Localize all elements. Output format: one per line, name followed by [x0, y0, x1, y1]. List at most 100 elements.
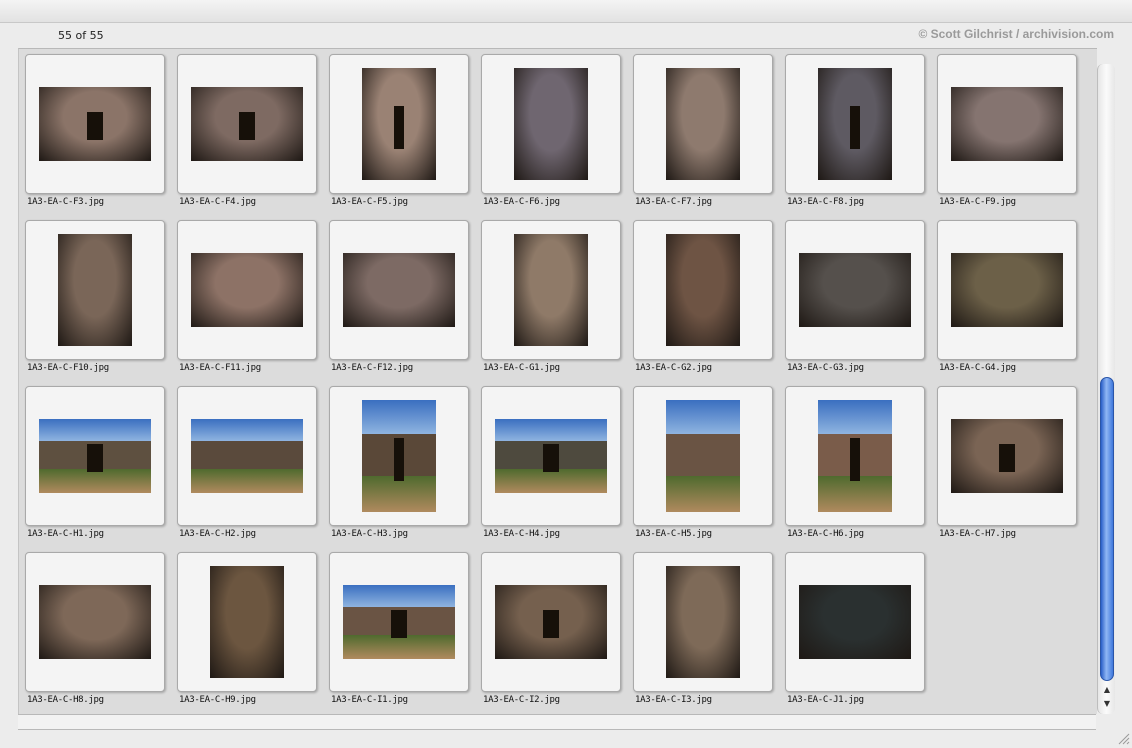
- thumbnail-image[interactable]: [818, 68, 892, 180]
- thumbnail-image[interactable]: [210, 566, 284, 678]
- slide-mount[interactable]: [481, 386, 621, 526]
- thumbnail-filename: 1A3-EA-C-F10.jpg: [27, 363, 109, 373]
- thumbnail-item[interactable]: 1A3-EA-C-F12.jpg: [323, 215, 475, 381]
- slide-mount[interactable]: [785, 54, 925, 194]
- doorway-detail: [394, 106, 404, 149]
- slide-mount[interactable]: [177, 386, 317, 526]
- thumbnail-image[interactable]: [495, 585, 607, 659]
- vertical-scrollbar[interactable]: ▲ ▼: [1097, 64, 1115, 714]
- slide-mount[interactable]: [785, 386, 925, 526]
- thumbnail-image[interactable]: [666, 234, 740, 346]
- scrollbar-thumb[interactable]: [1100, 377, 1114, 681]
- slide-mount[interactable]: [633, 386, 773, 526]
- thumbnail-item[interactable]: 1A3-EA-C-F11.jpg: [171, 215, 323, 381]
- thumbnail-item[interactable]: 1A3-EA-C-F6.jpg: [475, 49, 627, 215]
- slide-mount[interactable]: [25, 220, 165, 360]
- thumbnail-image[interactable]: [951, 419, 1063, 493]
- slide-mount[interactable]: [329, 54, 469, 194]
- thumbnail-item[interactable]: 1A3-EA-C-H5.jpg: [627, 381, 779, 547]
- thumbnail-item[interactable]: 1A3-EA-C-H4.jpg: [475, 381, 627, 547]
- scroll-down-arrow-icon[interactable]: ▼: [1101, 698, 1113, 710]
- thumbnail-item[interactable]: 1A3-EA-C-F3.jpg: [19, 49, 171, 215]
- thumbnail-item[interactable]: 1A3-EA-C-F10.jpg: [19, 215, 171, 381]
- thumbnail-item[interactable]: 1A3-EA-C-G4.jpg: [931, 215, 1083, 381]
- slide-mount[interactable]: [329, 552, 469, 692]
- thumbnail-item[interactable]: 1A3-EA-C-H9.jpg: [171, 547, 323, 713]
- thumbnail-grid[interactable]: 1A3-EA-C-F3.jpg 1A3-EA-C-F4.jpg 1A3-EA-C-F…: [18, 48, 1097, 714]
- thumbnail-filename: 1A3-EA-C-F3.jpg: [27, 197, 104, 207]
- doorway-detail: [87, 444, 103, 472]
- thumbnail-item[interactable]: 1A3-EA-C-I1.jpg: [323, 547, 475, 713]
- slide-mount[interactable]: [633, 54, 773, 194]
- slide-mount[interactable]: [177, 220, 317, 360]
- thumbnail-item[interactable]: 1A3-EA-C-F8.jpg: [779, 49, 931, 215]
- thumbnail-item[interactable]: 1A3-EA-C-H6.jpg: [779, 381, 931, 547]
- thumbnail-filename: 1A3-EA-C-G4.jpg: [939, 363, 1016, 373]
- doorway-detail: [543, 610, 559, 638]
- thumbnail-item[interactable]: 1A3-EA-C-G2.jpg: [627, 215, 779, 381]
- slide-mount[interactable]: [329, 386, 469, 526]
- thumbnail-item[interactable]: 1A3-EA-C-G1.jpg: [475, 215, 627, 381]
- slide-mount[interactable]: [937, 386, 1077, 526]
- slide-mount[interactable]: [481, 54, 621, 194]
- slide-mount[interactable]: [633, 552, 773, 692]
- slide-mount[interactable]: [937, 54, 1077, 194]
- thumbnail-item[interactable]: 1A3-EA-C-G3.jpg: [779, 215, 931, 381]
- thumbnail-image[interactable]: [343, 585, 455, 659]
- thumbnail-item[interactable]: 1A3-EA-C-I2.jpg: [475, 547, 627, 713]
- thumbnail-filename: 1A3-EA-C-F9.jpg: [939, 197, 1016, 207]
- slide-mount[interactable]: [25, 552, 165, 692]
- thumbnail-image[interactable]: [666, 566, 740, 678]
- slide-mount[interactable]: [481, 220, 621, 360]
- ground-area: [495, 469, 607, 493]
- sky-area: [362, 400, 436, 434]
- thumbnail-image[interactable]: [495, 419, 607, 493]
- doorway-detail: [391, 610, 407, 638]
- scroll-up-arrow-icon[interactable]: ▲: [1101, 684, 1113, 696]
- thumbnail-filename: 1A3-EA-C-H2.jpg: [179, 529, 256, 539]
- slide-mount[interactable]: [633, 220, 773, 360]
- thumbnail-image[interactable]: [39, 585, 151, 659]
- slide-mount[interactable]: [785, 220, 925, 360]
- thumbnail-item[interactable]: 1A3-EA-C-J1.jpg: [779, 547, 931, 713]
- thumbnail-item[interactable]: 1A3-EA-C-F9.jpg: [931, 49, 1083, 215]
- thumbnail-item[interactable]: 1A3-EA-C-F7.jpg: [627, 49, 779, 215]
- slide-mount[interactable]: [25, 54, 165, 194]
- slide-mount[interactable]: [937, 220, 1077, 360]
- slide-mount[interactable]: [481, 552, 621, 692]
- slide-mount[interactable]: [785, 552, 925, 692]
- thumbnail-image[interactable]: [362, 400, 436, 512]
- thumbnail-image[interactable]: [799, 585, 911, 659]
- thumbnail-image[interactable]: [191, 253, 303, 327]
- thumbnail-item[interactable]: 1A3-EA-C-H7.jpg: [931, 381, 1083, 547]
- slide-mount[interactable]: [177, 552, 317, 692]
- thumbnail-image[interactable]: [191, 87, 303, 161]
- thumbnail-item[interactable]: 1A3-EA-C-H8.jpg: [19, 547, 171, 713]
- doorway-detail: [87, 112, 103, 140]
- thumbnail-item[interactable]: 1A3-EA-C-H1.jpg: [19, 381, 171, 547]
- thumbnail-image[interactable]: [514, 234, 588, 346]
- thumbnail-item[interactable]: 1A3-EA-C-F4.jpg: [171, 49, 323, 215]
- thumbnail-image[interactable]: [666, 68, 740, 180]
- thumbnail-image[interactable]: [818, 400, 892, 512]
- thumbnail-item[interactable]: 1A3-EA-C-I3.jpg: [627, 547, 779, 713]
- slide-mount[interactable]: [177, 54, 317, 194]
- thumbnail-image[interactable]: [191, 419, 303, 493]
- thumbnail-image[interactable]: [343, 253, 455, 327]
- thumbnail-item[interactable]: 1A3-EA-C-H3.jpg: [323, 381, 475, 547]
- thumbnail-item[interactable]: 1A3-EA-C-F5.jpg: [323, 49, 475, 215]
- thumbnail-image[interactable]: [799, 253, 911, 327]
- thumbnail-image[interactable]: [39, 87, 151, 161]
- slide-mount[interactable]: [329, 220, 469, 360]
- thumbnail-image[interactable]: [514, 68, 588, 180]
- thumbnail-image[interactable]: [951, 253, 1063, 327]
- thumbnail-image[interactable]: [951, 87, 1063, 161]
- thumbnail-filename: 1A3-EA-C-I1.jpg: [331, 695, 408, 705]
- thumbnail-image[interactable]: [362, 68, 436, 180]
- slide-mount[interactable]: [25, 386, 165, 526]
- thumbnail-image[interactable]: [666, 400, 740, 512]
- thumbnail-item[interactable]: 1A3-EA-C-H2.jpg: [171, 381, 323, 547]
- thumbnail-image[interactable]: [39, 419, 151, 493]
- thumbnail-image[interactable]: [58, 234, 132, 346]
- resize-grip-icon[interactable]: [1116, 731, 1130, 745]
